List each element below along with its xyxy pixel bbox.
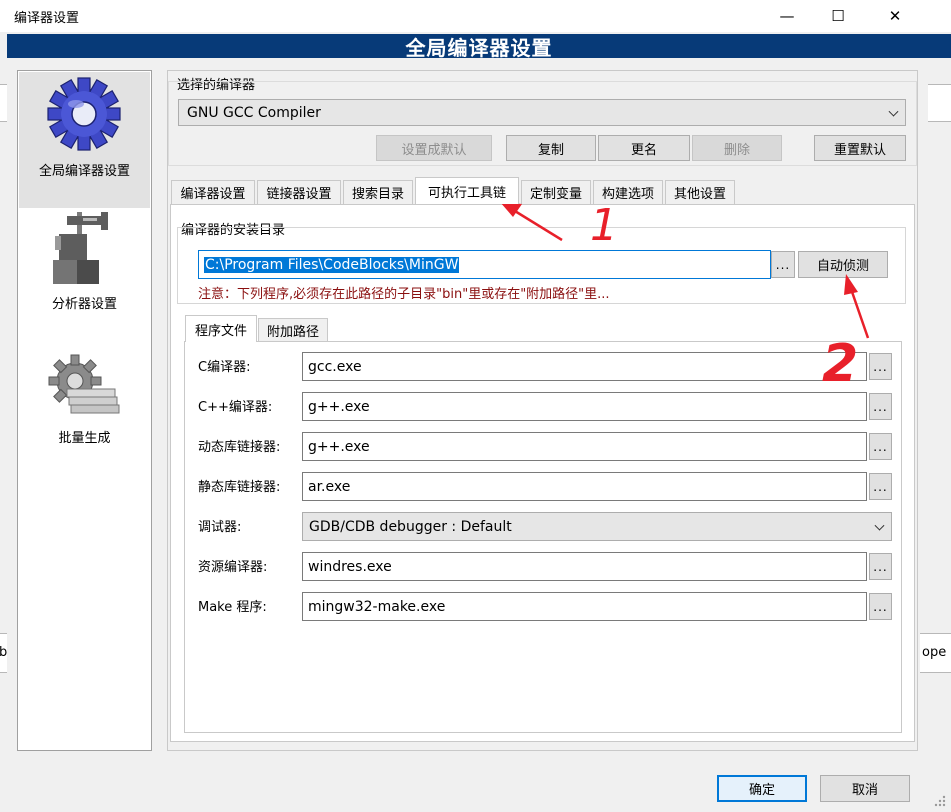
- subtab-program-files[interactable]: 程序文件: [185, 315, 257, 342]
- annotation-arrow-2: [844, 274, 870, 339]
- annotation-overlay: [500, 202, 870, 339]
- annotation-arrow-1: [500, 202, 563, 242]
- annotation-number-2: 2: [822, 334, 859, 394]
- resize-grip-icon: [934, 795, 946, 807]
- cancel-button[interactable]: 取消: [820, 775, 910, 802]
- annotation-number-1: 1: [590, 200, 618, 251]
- ok-button[interactable]: 确定: [717, 775, 807, 802]
- resize-grip[interactable]: [924, 794, 948, 808]
- tab-toolchain-executables[interactable]: 可执行工具链: [415, 177, 519, 204]
